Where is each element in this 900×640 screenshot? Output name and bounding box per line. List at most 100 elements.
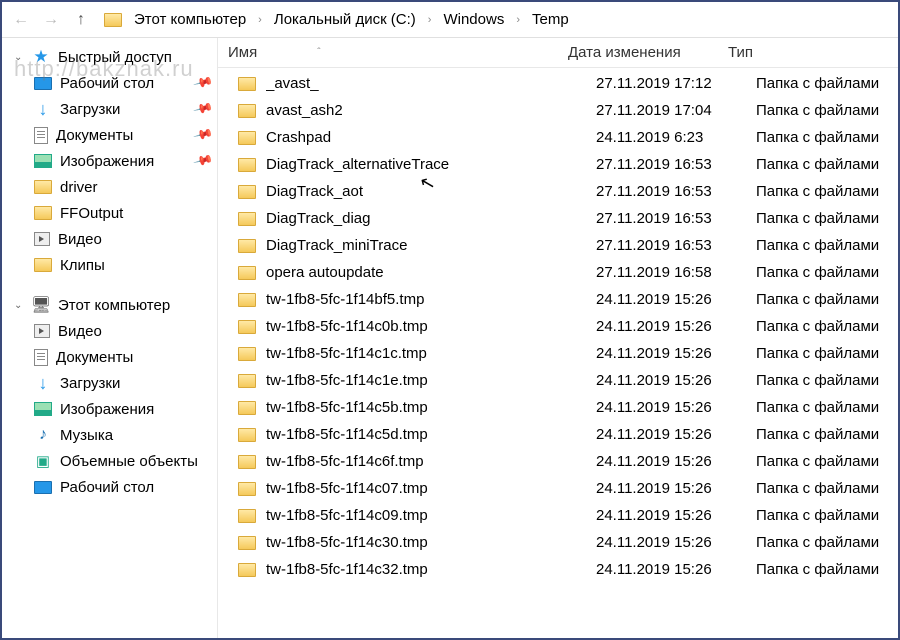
- folder-icon: [238, 482, 256, 496]
- file-row[interactable]: tw-1fb8-5fc-1f14c0b.tmp24.11.2019 15:26П…: [218, 313, 898, 340]
- address-toolbar: ← → ↑ Этот компьютер › Локальный диск (C…: [2, 2, 898, 38]
- column-header-name[interactable]: Имя ˆ: [228, 44, 568, 61]
- sidebar-item[interactable]: Документы📌: [4, 122, 217, 148]
- sidebar-item[interactable]: Изображения📌: [4, 148, 217, 174]
- folder-icon: [238, 536, 256, 550]
- file-row[interactable]: DiagTrack_miniTrace27.11.2019 16:53Папка…: [218, 232, 898, 259]
- file-row[interactable]: tw-1fb8-5fc-1f14c09.tmp24.11.2019 15:26П…: [218, 502, 898, 529]
- file-name: tw-1fb8-5fc-1f14c30.tmp: [266, 534, 596, 551]
- document-icon: [34, 349, 48, 366]
- file-row[interactable]: DiagTrack_alternativeTrace27.11.2019 16:…: [218, 151, 898, 178]
- file-date: 24.11.2019 15:26: [596, 534, 756, 551]
- file-name: tw-1fb8-5fc-1f14c1e.tmp: [266, 372, 596, 389]
- downloads-icon: ↓: [34, 100, 52, 118]
- file-type: Папка с файлами: [756, 237, 898, 254]
- file-row[interactable]: DiagTrack_diag27.11.2019 16:53Папка с фа…: [218, 205, 898, 232]
- breadcrumb-segment[interactable]: Локальный диск (C:): [270, 9, 420, 30]
- file-row[interactable]: tw-1fb8-5fc-1f14c5d.tmp24.11.2019 15:26П…: [218, 421, 898, 448]
- folder-icon: [238, 509, 256, 523]
- sidebar-item-label: Видео: [58, 231, 102, 248]
- file-type: Папка с файлами: [756, 480, 898, 497]
- file-row[interactable]: DiagTrack_aot27.11.2019 16:53Папка с фай…: [218, 178, 898, 205]
- sidebar-item[interactable]: Документы: [4, 344, 217, 370]
- sidebar-item[interactable]: FFOutput: [4, 200, 217, 226]
- sidebar-this-pc[interactable]: ⌄🖥Этот компьютер: [4, 292, 217, 318]
- sidebar-item[interactable]: Рабочий стол📌: [4, 70, 217, 96]
- file-row[interactable]: tw-1fb8-5fc-1f14c1c.tmp24.11.2019 15:26П…: [218, 340, 898, 367]
- chevron-right-icon[interactable]: ›: [254, 14, 266, 26]
- file-date: 24.11.2019 15:26: [596, 318, 756, 335]
- file-type: Папка с файлами: [756, 345, 898, 362]
- sidebar-item[interactable]: ↓Загрузки📌: [4, 96, 217, 122]
- folder-icon: [238, 401, 256, 415]
- file-row[interactable]: tw-1fb8-5fc-1f14c5b.tmp24.11.2019 15:26П…: [218, 394, 898, 421]
- folder-icon: [238, 131, 256, 145]
- breadcrumb-segment[interactable]: Этот компьютер: [130, 9, 250, 30]
- file-date: 27.11.2019 16:53: [596, 210, 756, 227]
- sidebar-item-label: Документы: [56, 127, 133, 144]
- file-row[interactable]: tw-1fb8-5fc-1f14c32.tmp24.11.2019 15:26П…: [218, 556, 898, 583]
- nav-up-button[interactable]: ↑: [68, 7, 94, 33]
- nav-back-button[interactable]: ←: [8, 7, 34, 33]
- file-name: tw-1fb8-5fc-1f14c32.tmp: [266, 561, 596, 578]
- file-name: avast_ash2: [266, 102, 596, 119]
- sidebar-item-label: Видео: [58, 323, 102, 340]
- sidebar-item[interactable]: ↓Загрузки: [4, 370, 217, 396]
- folder-icon: [238, 563, 256, 577]
- file-row[interactable]: _avast_27.11.2019 17:12Папка с файлами: [218, 70, 898, 97]
- file-date: 24.11.2019 15:26: [596, 453, 756, 470]
- chevron-right-icon[interactable]: ›: [512, 14, 524, 26]
- sidebar-item-label: Изображения: [60, 401, 154, 418]
- file-date: 24.11.2019 15:26: [596, 291, 756, 308]
- sidebar-item-label: Объемные объекты: [60, 453, 198, 470]
- sidebar-quick-access[interactable]: ⌄★Быстрый доступ: [4, 44, 217, 70]
- file-row[interactable]: tw-1fb8-5fc-1f14c1e.tmp24.11.2019 15:26П…: [218, 367, 898, 394]
- file-type: Папка с файлами: [756, 426, 898, 443]
- chevron-right-icon[interactable]: ›: [424, 14, 436, 26]
- expand-icon: ⌄: [14, 300, 24, 311]
- file-type: Папка с файлами: [756, 372, 898, 389]
- sidebar-item-label: Рабочий стол: [60, 479, 154, 496]
- sidebar-item-label: Изображения: [60, 153, 154, 170]
- breadcrumb-segment[interactable]: Windows: [439, 9, 508, 30]
- sidebar-item[interactable]: driver: [4, 174, 217, 200]
- file-date: 27.11.2019 17:04: [596, 102, 756, 119]
- sidebar-item[interactable]: Видео: [4, 226, 217, 252]
- file-type: Папка с файлами: [756, 264, 898, 281]
- sidebar-item-label: Музыка: [60, 427, 113, 444]
- file-type: Папка с файлами: [756, 399, 898, 416]
- 3d-objects-icon: ▣: [34, 452, 52, 470]
- file-date: 27.11.2019 16:53: [596, 237, 756, 254]
- file-row[interactable]: Crashpad24.11.2019 6:23Папка с файлами: [218, 124, 898, 151]
- breadcrumb-segment[interactable]: Temp: [528, 9, 573, 30]
- sidebar-item[interactable]: Изображения: [4, 396, 217, 422]
- file-row[interactable]: avast_ash227.11.2019 17:04Папка с файлам…: [218, 97, 898, 124]
- breadcrumb[interactable]: Этот компьютер › Локальный диск (C:) › W…: [98, 9, 892, 30]
- folder-icon: [238, 293, 256, 307]
- file-row[interactable]: tw-1fb8-5fc-1f14c6f.tmp24.11.2019 15:26П…: [218, 448, 898, 475]
- sidebar-item[interactable]: Клипы: [4, 252, 217, 278]
- file-row[interactable]: tw-1fb8-5fc-1f14c30.tmp24.11.2019 15:26П…: [218, 529, 898, 556]
- nav-forward-button[interactable]: →: [38, 7, 64, 33]
- file-type: Папка с файлами: [756, 102, 898, 119]
- file-row[interactable]: tw-1fb8-5fc-1f14c07.tmp24.11.2019 15:26П…: [218, 475, 898, 502]
- pin-icon: 📌: [192, 98, 214, 120]
- file-row[interactable]: tw-1fb8-5fc-1f14bf5.tmp24.11.2019 15:26П…: [218, 286, 898, 313]
- column-header-date[interactable]: Дата изменения: [568, 44, 728, 61]
- file-row[interactable]: opera autoupdate27.11.2019 16:58Папка с …: [218, 259, 898, 286]
- file-type: Папка с файлами: [756, 534, 898, 551]
- file-name: tw-1fb8-5fc-1f14c5b.tmp: [266, 399, 596, 416]
- folder-icon: [238, 266, 256, 280]
- sidebar-item[interactable]: ▣ Объемные объекты: [4, 448, 217, 474]
- column-headers: Имя ˆ Дата изменения Тип: [218, 38, 898, 68]
- sidebar-item[interactable]: ♪Музыка: [4, 422, 217, 448]
- sidebar-item[interactable]: Рабочий стол: [4, 474, 217, 500]
- file-date: 24.11.2019 15:26: [596, 372, 756, 389]
- file-date: 27.11.2019 17:12: [596, 75, 756, 92]
- folder-icon: [238, 428, 256, 442]
- sidebar-item-label: FFOutput: [60, 205, 123, 222]
- sidebar-item[interactable]: Видео: [4, 318, 217, 344]
- column-header-type[interactable]: Тип: [728, 44, 898, 61]
- video-icon: [34, 324, 50, 338]
- file-type: Папка с файлами: [756, 318, 898, 335]
